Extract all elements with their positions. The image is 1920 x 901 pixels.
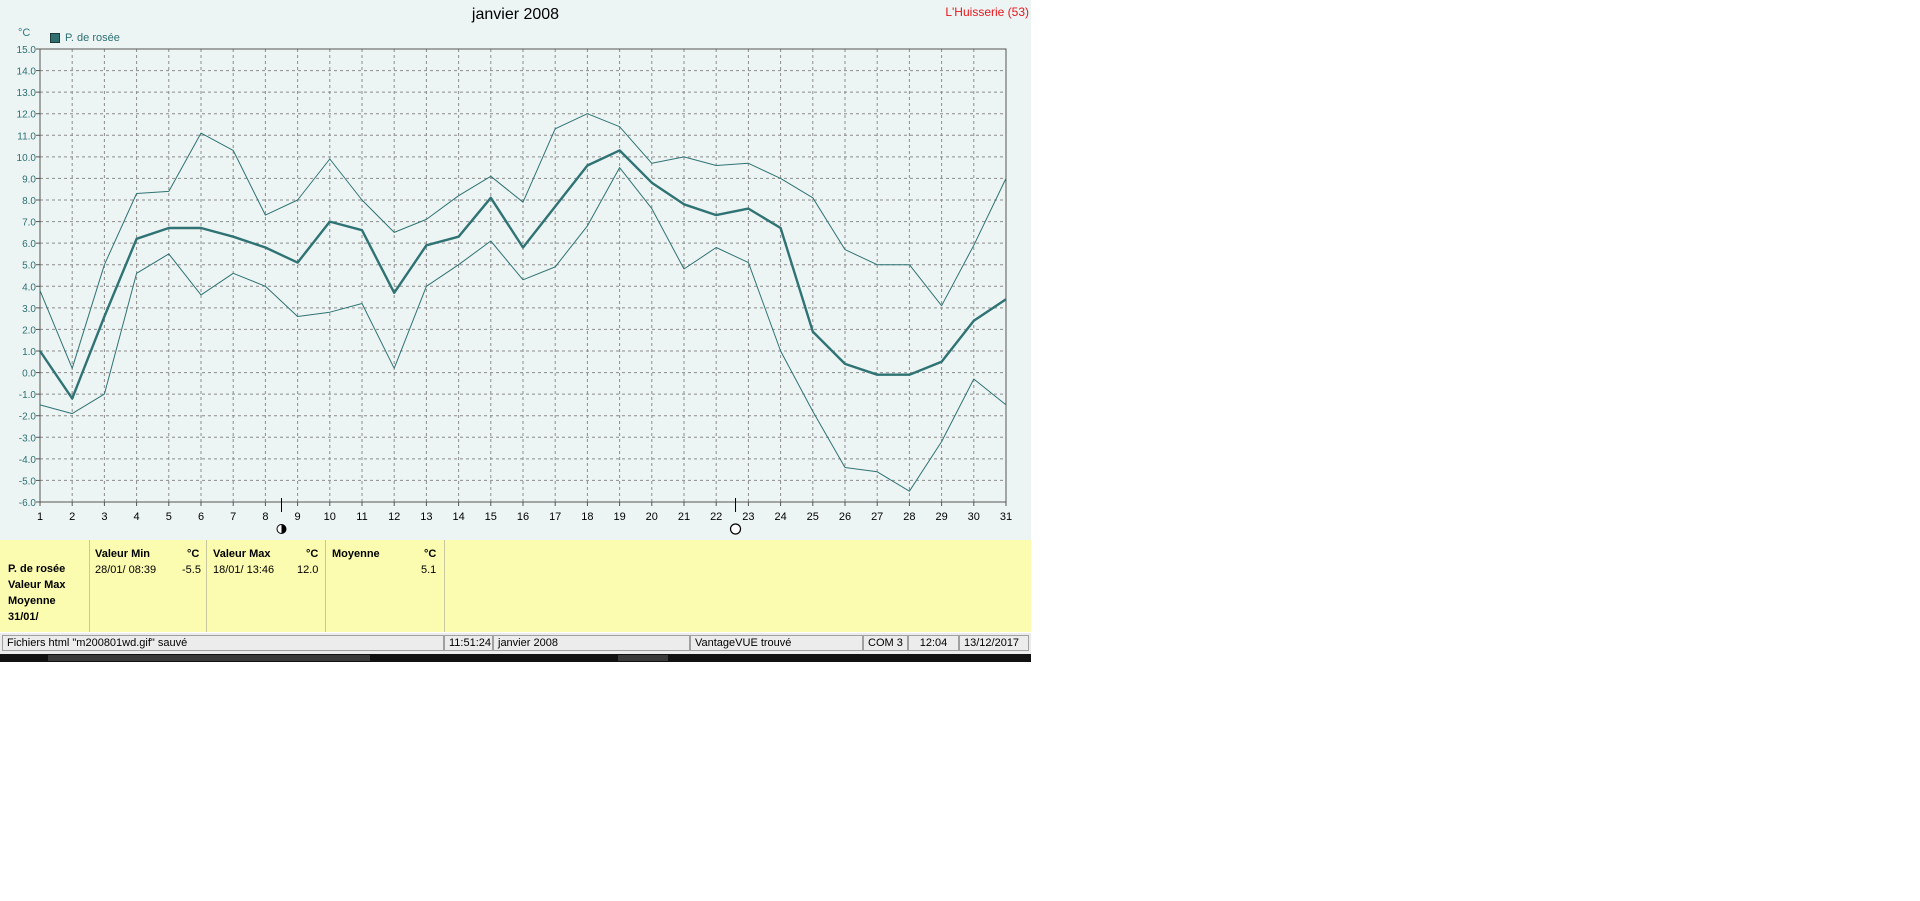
y-tick-label: 14.0 xyxy=(17,67,37,78)
y-tick-label: 6.0 xyxy=(22,239,36,250)
x-tick-label: 14 xyxy=(452,511,464,523)
x-tick-label: 30 xyxy=(968,511,980,523)
x-tick-label: 11 xyxy=(356,511,367,523)
dewpoint-chart: -6.0 -5.0 -4.0 -3.0 -2.0 -1.0 0.0 1.0 2.0 3.0 4.0 5… xyxy=(17,45,1012,535)
x-tick-label: 8 xyxy=(262,511,268,523)
y-tick-label: 9.0 xyxy=(22,174,36,185)
x-tick-label: 24 xyxy=(774,511,786,523)
x-tick-label: 21 xyxy=(678,511,690,523)
min-value: -5.5 xyxy=(182,564,201,576)
legend[interactable]: P. de rosée xyxy=(50,32,120,44)
x-tick-label: 29 xyxy=(935,511,947,523)
y-tick-label: 10.0 xyxy=(17,153,37,164)
x-tick-label: 26 xyxy=(839,511,851,523)
y-axis-unit: °C xyxy=(18,27,31,39)
x-tick-label: 20 xyxy=(646,511,658,523)
x-tick-label: 13 xyxy=(420,511,432,523)
x-tick-label: 6 xyxy=(198,511,204,523)
station-name: L'Huisserie (53) xyxy=(945,5,1029,19)
row-label-date: 31/01/ xyxy=(8,611,39,623)
y-tick-label: -5.0 xyxy=(19,476,37,487)
chart-title: janvier 2008 xyxy=(471,6,560,23)
status-port: COM 3 xyxy=(863,635,908,651)
x-tick-label: 2 xyxy=(69,511,75,523)
x-tick-label: 17 xyxy=(549,511,561,523)
min-datetime: 28/01/ 08:39 xyxy=(95,564,157,576)
column-divider xyxy=(206,540,207,632)
column-divider xyxy=(89,540,90,632)
row-label-variable: P. de rosée xyxy=(8,563,66,575)
chart-panel: -6.0 -5.0 -4.0 -3.0 -2.0 -1.0 0.0 1.0 2.0 3.0 4.0 5… xyxy=(0,0,1031,540)
y-tick-label: -6.0 xyxy=(19,498,37,509)
status-clock: 12:04 xyxy=(908,635,959,651)
y-tick-label: 5.0 xyxy=(22,261,36,272)
mean-unit: °C xyxy=(424,548,437,560)
y-tick-label: 11.0 xyxy=(17,131,36,142)
x-tick-label: 10 xyxy=(324,511,336,523)
x-tick-label: 27 xyxy=(871,511,883,523)
x-tick-label: 3 xyxy=(101,511,107,523)
min-unit: °C xyxy=(187,548,200,560)
status-bar: Fichiers html "m200801wd.gif" sauvé 11:5… xyxy=(0,633,1031,654)
y-tick-label: 13.0 xyxy=(17,88,37,99)
weather-app-window: -6.0 -5.0 -4.0 -3.0 -2.0 -1.0 0.0 1.0 2.0 3.0 4.0 5… xyxy=(0,0,1031,665)
y-tick-label: 7.0 xyxy=(22,218,36,229)
x-tick-label: 15 xyxy=(485,511,497,523)
x-tick-label: 16 xyxy=(517,511,529,523)
x-tick-label: 23 xyxy=(742,511,754,523)
y-tick-label: 1.0 xyxy=(22,347,36,358)
legend-label: P. de rosée xyxy=(65,32,120,44)
full-moon-icon xyxy=(729,523,742,535)
y-tick-label: 4.0 xyxy=(22,282,36,293)
x-tick-label: 19 xyxy=(613,511,625,523)
y-tick-label: -1.0 xyxy=(19,390,37,401)
taskbar-button[interactable] xyxy=(618,655,668,661)
row-label-mean: Moyenne xyxy=(8,595,56,607)
status-device: VantageVUE trouvé xyxy=(690,635,863,651)
y-tick-label: -4.0 xyxy=(19,455,37,466)
x-tick-label: 25 xyxy=(807,511,819,523)
max-header: Valeur Max xyxy=(213,548,271,560)
min-header: Valeur Min xyxy=(95,548,151,560)
status-message: Fichiers html "m200801wd.gif" sauvé xyxy=(2,635,444,651)
y-tick-label: 15.0 xyxy=(17,45,37,56)
y-tick-label: -3.0 xyxy=(19,433,37,444)
x-tick-label: 31 xyxy=(1000,511,1012,523)
stats-panel: P. de rosée Valeur Max Moyenne 31/01/ Va… xyxy=(0,540,1031,632)
x-tick-label: 7 xyxy=(230,511,236,523)
mean-value: 5.1 xyxy=(421,564,437,576)
y-tick-label: 8.0 xyxy=(22,196,36,207)
status-time: 11:51:24 xyxy=(444,635,493,651)
y-tick-label: 2.0 xyxy=(22,325,36,336)
max-value: 12.0 xyxy=(297,564,319,576)
row-label-max: Valeur Max xyxy=(8,579,66,591)
status-period: janvier 2008 xyxy=(493,635,690,651)
x-tick-label: 18 xyxy=(581,511,593,523)
column-divider xyxy=(444,540,445,632)
y-tick-label: -2.0 xyxy=(19,412,37,423)
x-tick-label: 1 xyxy=(37,511,43,523)
max-unit: °C xyxy=(306,548,319,560)
x-tick-label: 22 xyxy=(710,511,722,523)
y-tick-label: 12.0 xyxy=(17,110,37,121)
x-tick-label: 28 xyxy=(903,511,915,523)
taskbar xyxy=(0,654,1031,662)
mean-header: Moyenne xyxy=(332,548,380,560)
x-tick-label: 9 xyxy=(295,511,301,523)
y-tick-label: 0.0 xyxy=(22,369,36,380)
x-tick-label: 5 xyxy=(166,511,172,523)
taskbar-button[interactable] xyxy=(48,655,370,661)
column-divider xyxy=(325,540,326,632)
x-tick-label: 12 xyxy=(388,511,400,523)
max-datetime: 18/01/ 13:46 xyxy=(213,564,275,576)
status-date: 13/12/2017 xyxy=(959,635,1029,651)
legend-swatch-icon xyxy=(50,33,60,43)
x-tick-label: 4 xyxy=(134,511,140,523)
y-tick-label: 3.0 xyxy=(22,304,36,315)
